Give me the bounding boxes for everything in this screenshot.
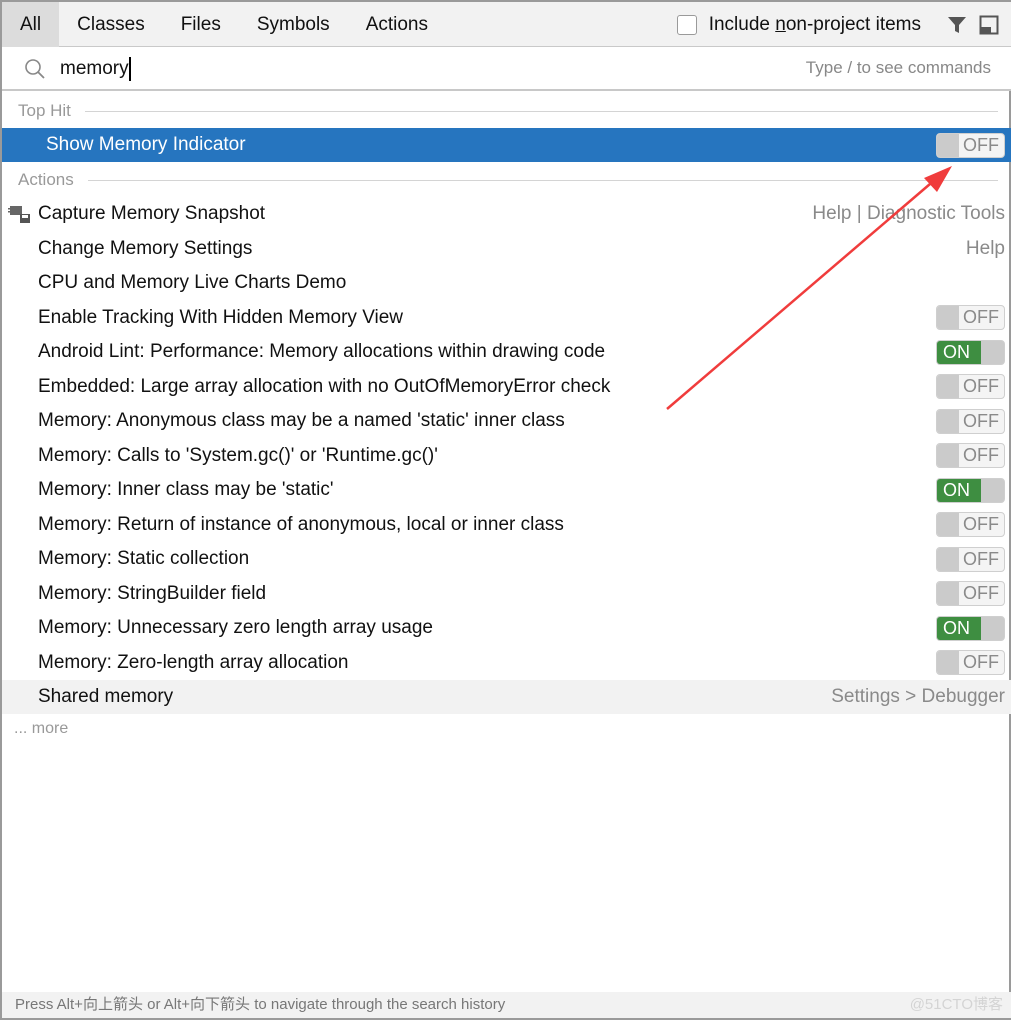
- label-mnemonic: n: [775, 13, 786, 35]
- toggle-switch[interactable]: OFF: [936, 443, 1005, 468]
- action-row[interactable]: Memory: Calls to 'System.gc()' or 'Runti…: [2, 439, 1011, 473]
- action-row[interactable]: Memory: Static collection OFF: [2, 542, 1011, 576]
- label-part: on-project items: [785, 13, 921, 35]
- top-hit-row[interactable]: Show Memory Indicator OFF: [2, 128, 1011, 162]
- toggle-switch[interactable]: OFF: [936, 408, 1005, 434]
- toggle-switch[interactable]: ON: [936, 477, 1005, 503]
- section-label: Actions: [18, 170, 74, 189]
- section-actions: Actions: [18, 170, 998, 190]
- toggle-switch[interactable]: OFF: [936, 374, 1005, 399]
- row-label: Memory: Return of instance of anonymous,…: [38, 513, 564, 535]
- toggle-switch[interactable]: OFF: [936, 546, 1005, 572]
- row-label: Memory: StringBuilder field: [38, 582, 267, 604]
- toggle-switch[interactable]: ON: [936, 339, 1005, 365]
- row-label: Show Memory Indicator: [46, 134, 246, 155]
- action-row[interactable]: Shared memory Settings > Debugger: [2, 680, 1011, 714]
- toggle-state: ON: [943, 341, 970, 362]
- row-label: Android Lint: Performance: Memory alloca…: [38, 341, 606, 362]
- toggle-state: OFF: [963, 307, 999, 327]
- row-label: Memory: Unnecessary zero length array us…: [38, 617, 433, 638]
- tab-classes[interactable]: Classes: [59, 2, 163, 47]
- memory-snapshot-icon: [8, 206, 30, 223]
- action-row[interactable]: Memory: Unnecessary zero length array us…: [2, 611, 1011, 645]
- tab-symbols[interactable]: Symbols: [239, 2, 348, 47]
- row-label: Enable Tracking With Hidden Memory View: [38, 306, 404, 328]
- toggle-state: OFF: [963, 410, 999, 431]
- action-row[interactable]: Memory: Return of instance of anonymous,…: [2, 508, 1011, 542]
- status-footer: Press Alt+向上箭头 or Alt+向下箭头 to navigate t…: [2, 992, 1011, 1018]
- tab-files[interactable]: Files: [163, 2, 239, 47]
- toggle-switch[interactable]: OFF: [936, 305, 1005, 330]
- action-row[interactable]: Android Lint: Performance: Memory alloca…: [2, 335, 1011, 369]
- toggle-state: OFF: [963, 583, 999, 603]
- divider: [87, 179, 998, 181]
- toggle-state: OFF: [963, 134, 999, 155]
- action-row[interactable]: Memory: Anonymous class may be a named '…: [2, 404, 1011, 438]
- toggle-switch[interactable]: OFF: [936, 581, 1005, 606]
- row-label: Memory: Zero-length array allocation: [38, 651, 349, 673]
- label-part: Include: [708, 13, 776, 35]
- divider: [84, 110, 998, 112]
- action-row[interactable]: Memory: StringBuilder field OFF: [2, 577, 1011, 611]
- row-label: Memory: Inner class may be 'static': [38, 479, 334, 500]
- action-row[interactable]: Embedded: Large array allocation with no…: [2, 370, 1011, 404]
- row-label: Capture Memory Snapshot: [38, 203, 266, 224]
- row-label: Memory: Static collection: [38, 548, 250, 569]
- pin-window-icon[interactable]: [979, 15, 999, 35]
- tab-all[interactable]: All: [2, 1, 60, 47]
- action-row[interactable]: Enable Tracking With Hidden Memory View O…: [2, 301, 1011, 335]
- watermark: @51CTO博客: [909, 996, 1003, 1013]
- search-hint: Type / to see commands: [805, 58, 991, 77]
- toggle-state: ON: [943, 617, 970, 638]
- toggle-switch[interactable]: OFF: [936, 132, 1005, 158]
- toggle-state: ON: [943, 479, 970, 500]
- row-label: Shared memory: [38, 686, 174, 707]
- more-link[interactable]: ... more: [14, 720, 68, 738]
- row-label: Memory: Calls to 'System.gc()' or 'Runti…: [38, 444, 438, 466]
- include-non-project-checkbox[interactable]: [676, 14, 697, 35]
- row-label: Memory: Anonymous class may be a named '…: [38, 410, 565, 431]
- row-location: Help | Diagnostic Tools: [812, 203, 1005, 224]
- toggle-switch[interactable]: ON: [936, 615, 1005, 641]
- toggle-switch[interactable]: OFF: [936, 512, 1005, 537]
- search-icon: [25, 59, 45, 79]
- toggle-state: OFF: [963, 514, 999, 534]
- action-row[interactable]: CPU and Memory Live Charts Demo: [2, 266, 1011, 300]
- row-label: Embedded: Large array allocation with no…: [38, 375, 611, 397]
- toggle-state: OFF: [963, 445, 999, 465]
- search-input[interactable]: memory: [60, 57, 131, 81]
- tab-bar: All Classes Files Symbols Actions Includ…: [2, 1, 1011, 47]
- action-row[interactable]: Capture Memory Snapshot Help | Diagnostic…: [2, 197, 1011, 231]
- toggle-state: OFF: [963, 548, 999, 569]
- row-location: Help: [965, 237, 1005, 259]
- filter-icon[interactable]: [947, 15, 967, 35]
- include-non-project-label[interactable]: Include non-project items: [709, 14, 921, 36]
- row-label: Change Memory Settings: [38, 237, 253, 259]
- row-location: Settings > Debugger: [831, 686, 1005, 707]
- action-row[interactable]: Change Memory Settings Help: [2, 232, 1011, 266]
- search-bar: memory Type / to see commands: [2, 47, 1011, 91]
- row-label: CPU and Memory Live Charts Demo: [38, 272, 347, 293]
- toggle-state: OFF: [963, 652, 999, 672]
- toggle-state: OFF: [963, 376, 999, 396]
- section-top-hit: Top Hit: [18, 101, 998, 121]
- tab-actions[interactable]: Actions: [348, 2, 446, 47]
- toggle-switch[interactable]: OFF: [936, 650, 1005, 675]
- section-label: Top Hit: [18, 101, 71, 120]
- action-row[interactable]: Memory: Inner class may be 'static' ON: [2, 473, 1011, 507]
- action-row[interactable]: Memory: Zero-length array allocation OFF: [2, 646, 1011, 680]
- footer-hint: Press Alt+向上箭头 or Alt+向下箭头 to navigate t…: [15, 996, 506, 1013]
